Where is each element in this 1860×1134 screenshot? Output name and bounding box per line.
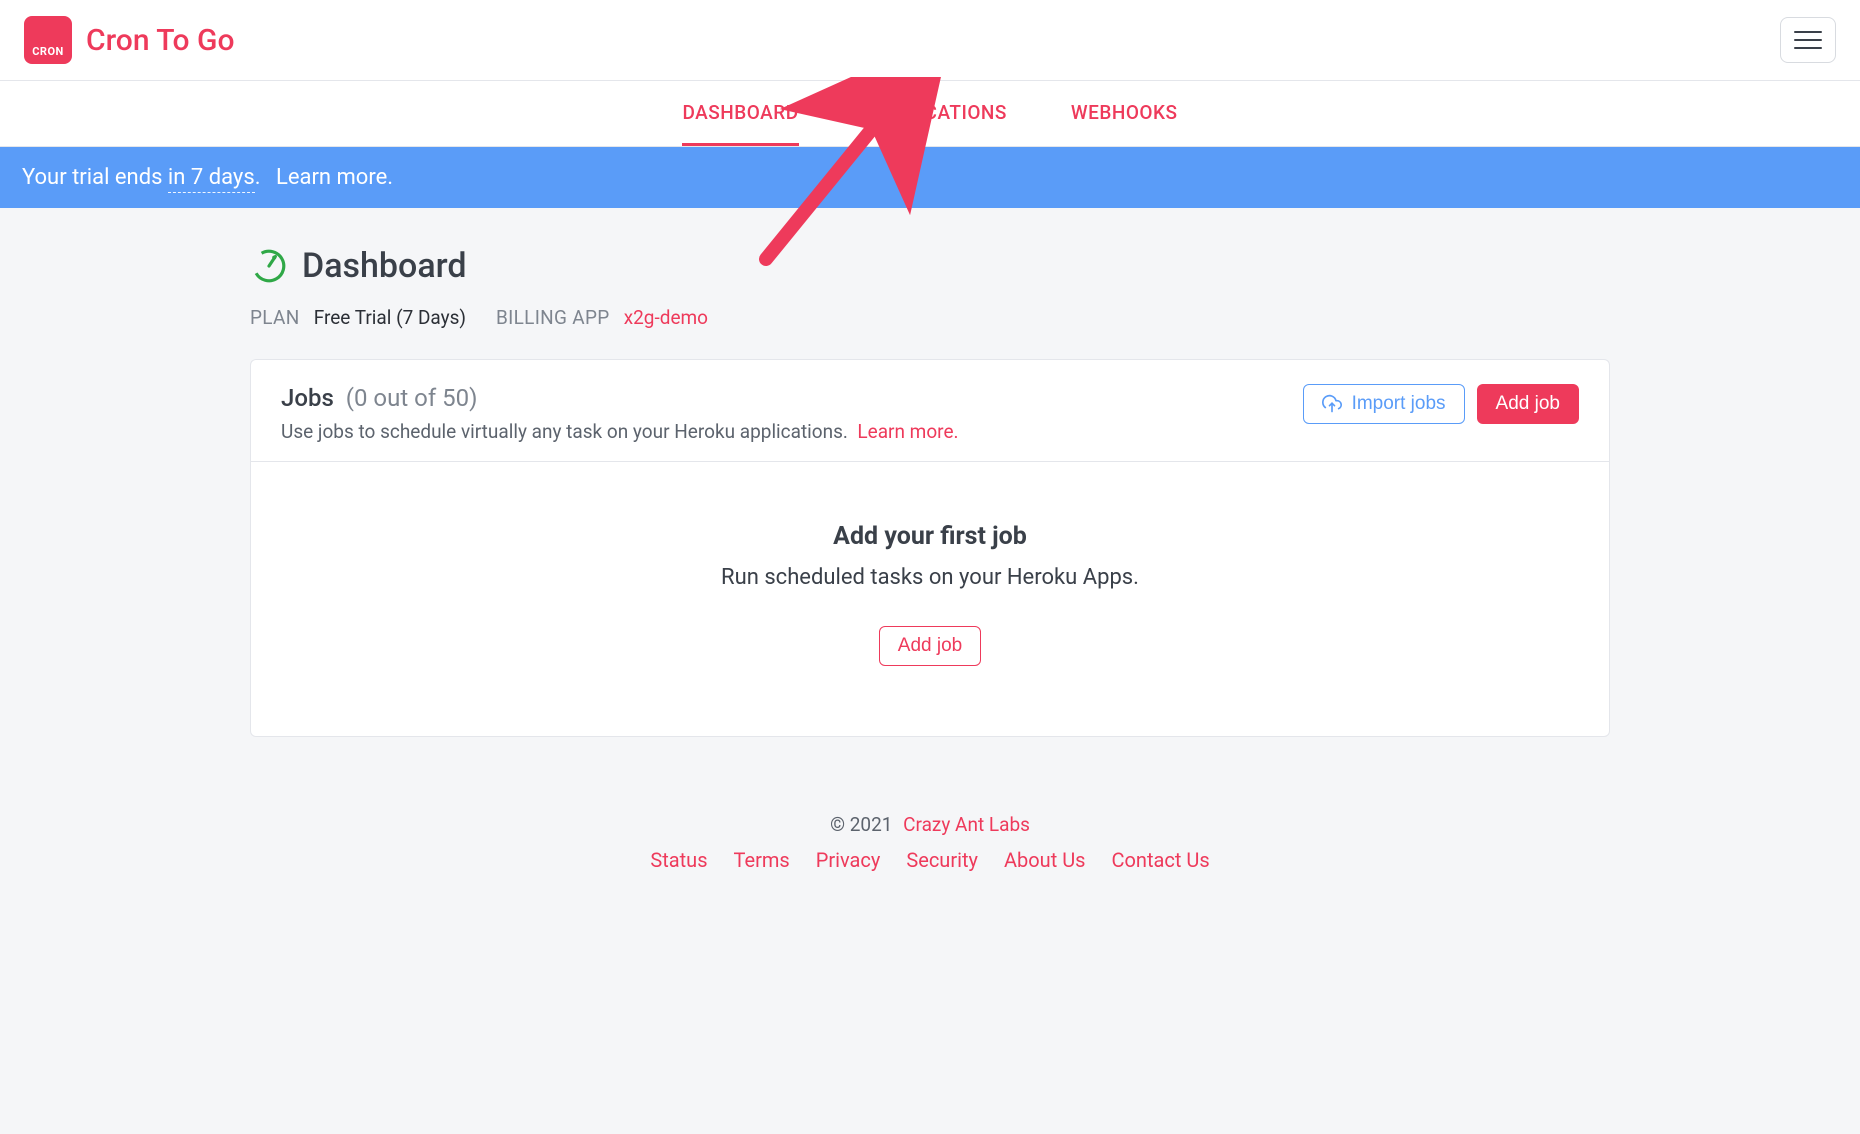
tab-webhooks[interactable]: Webhooks xyxy=(1071,101,1178,128)
footer-link-about[interactable]: About Us xyxy=(1004,848,1086,872)
jobs-description: Use jobs to schedule virtually any task … xyxy=(281,420,959,443)
footer-copyright: © 2021 xyxy=(830,813,892,836)
footer-link-contact[interactable]: Contact Us xyxy=(1112,848,1210,872)
tab-notifications[interactable]: Notifications xyxy=(863,101,1007,128)
jobs-description-text: Use jobs to schedule virtually any task … xyxy=(281,420,848,443)
jobs-learn-more-link[interactable]: Learn more. xyxy=(857,420,958,443)
add-job-label: Add job xyxy=(1496,393,1560,415)
jobs-card-header: Jobs (0 out of 50) Use jobs to schedule … xyxy=(251,360,1609,462)
hamburger-bar-icon xyxy=(1794,31,1822,33)
trial-days: in 7 days xyxy=(168,165,255,193)
hamburger-bar-icon xyxy=(1794,39,1822,41)
footer-link-terms[interactable]: Terms xyxy=(734,848,790,872)
brand-logo-text: CRON xyxy=(32,45,64,58)
plan-value: Free Trial (7 Days) xyxy=(314,306,466,329)
empty-add-job-button[interactable]: Add job xyxy=(879,626,981,666)
import-jobs-label: Import jobs xyxy=(1352,393,1446,415)
footer-links: Status Terms Privacy Security About Us C… xyxy=(0,848,1860,872)
billing-app-label: BILLING APP xyxy=(496,306,610,329)
brand-link[interactable]: CRON Cron To Go xyxy=(24,16,234,64)
hamburger-bar-icon xyxy=(1794,47,1822,49)
empty-state-title: Add your first job xyxy=(281,522,1579,551)
trial-banner: Your trial ends in 7 days. Learn more. xyxy=(0,147,1860,208)
brand-name: Cron To Go xyxy=(86,23,234,58)
jobs-count: (0 out of 50) xyxy=(346,384,478,412)
footer: © 2021 Crazy Ant Labs Status Terms Priva… xyxy=(0,787,1860,912)
trial-suffix: . xyxy=(255,165,261,190)
empty-state-sub: Run scheduled tasks on your Heroku Apps. xyxy=(281,565,1579,590)
jobs-card: Jobs (0 out of 50) Use jobs to schedule … xyxy=(250,359,1610,737)
cloud-upload-icon xyxy=(1322,394,1342,414)
jobs-empty-state: Add your first job Run scheduled tasks o… xyxy=(251,462,1609,736)
trial-learn-more-link[interactable]: Learn more. xyxy=(276,165,393,190)
import-jobs-button[interactable]: Import jobs xyxy=(1303,384,1465,424)
tab-dashboard[interactable]: Dashboard xyxy=(682,101,798,146)
main-tabs: Dashboard Notifications Webhooks xyxy=(0,81,1860,147)
footer-link-privacy[interactable]: Privacy xyxy=(816,848,881,872)
trial-prefix: Your trial ends xyxy=(22,165,168,190)
gauge-icon xyxy=(250,247,288,285)
top-navbar: CRON Cron To Go xyxy=(0,0,1860,81)
plan-label: PLAN xyxy=(250,306,300,329)
menu-toggle-button[interactable] xyxy=(1780,17,1836,63)
page-title: Dashboard xyxy=(302,246,467,286)
jobs-title: Jobs xyxy=(281,384,334,412)
footer-link-status[interactable]: Status xyxy=(650,848,707,872)
footer-link-security[interactable]: Security xyxy=(906,848,978,872)
footer-company-link[interactable]: Crazy Ant Labs xyxy=(903,813,1030,836)
brand-logo-icon: CRON xyxy=(24,16,72,64)
plan-meta-row: PLAN Free Trial (7 Days) BILLING APP x2g… xyxy=(250,306,1610,329)
add-job-button[interactable]: Add job xyxy=(1477,384,1579,424)
billing-app-link[interactable]: x2g-demo xyxy=(624,306,708,329)
empty-add-job-label: Add job xyxy=(898,635,962,657)
page-header: Dashboard xyxy=(250,246,1610,286)
